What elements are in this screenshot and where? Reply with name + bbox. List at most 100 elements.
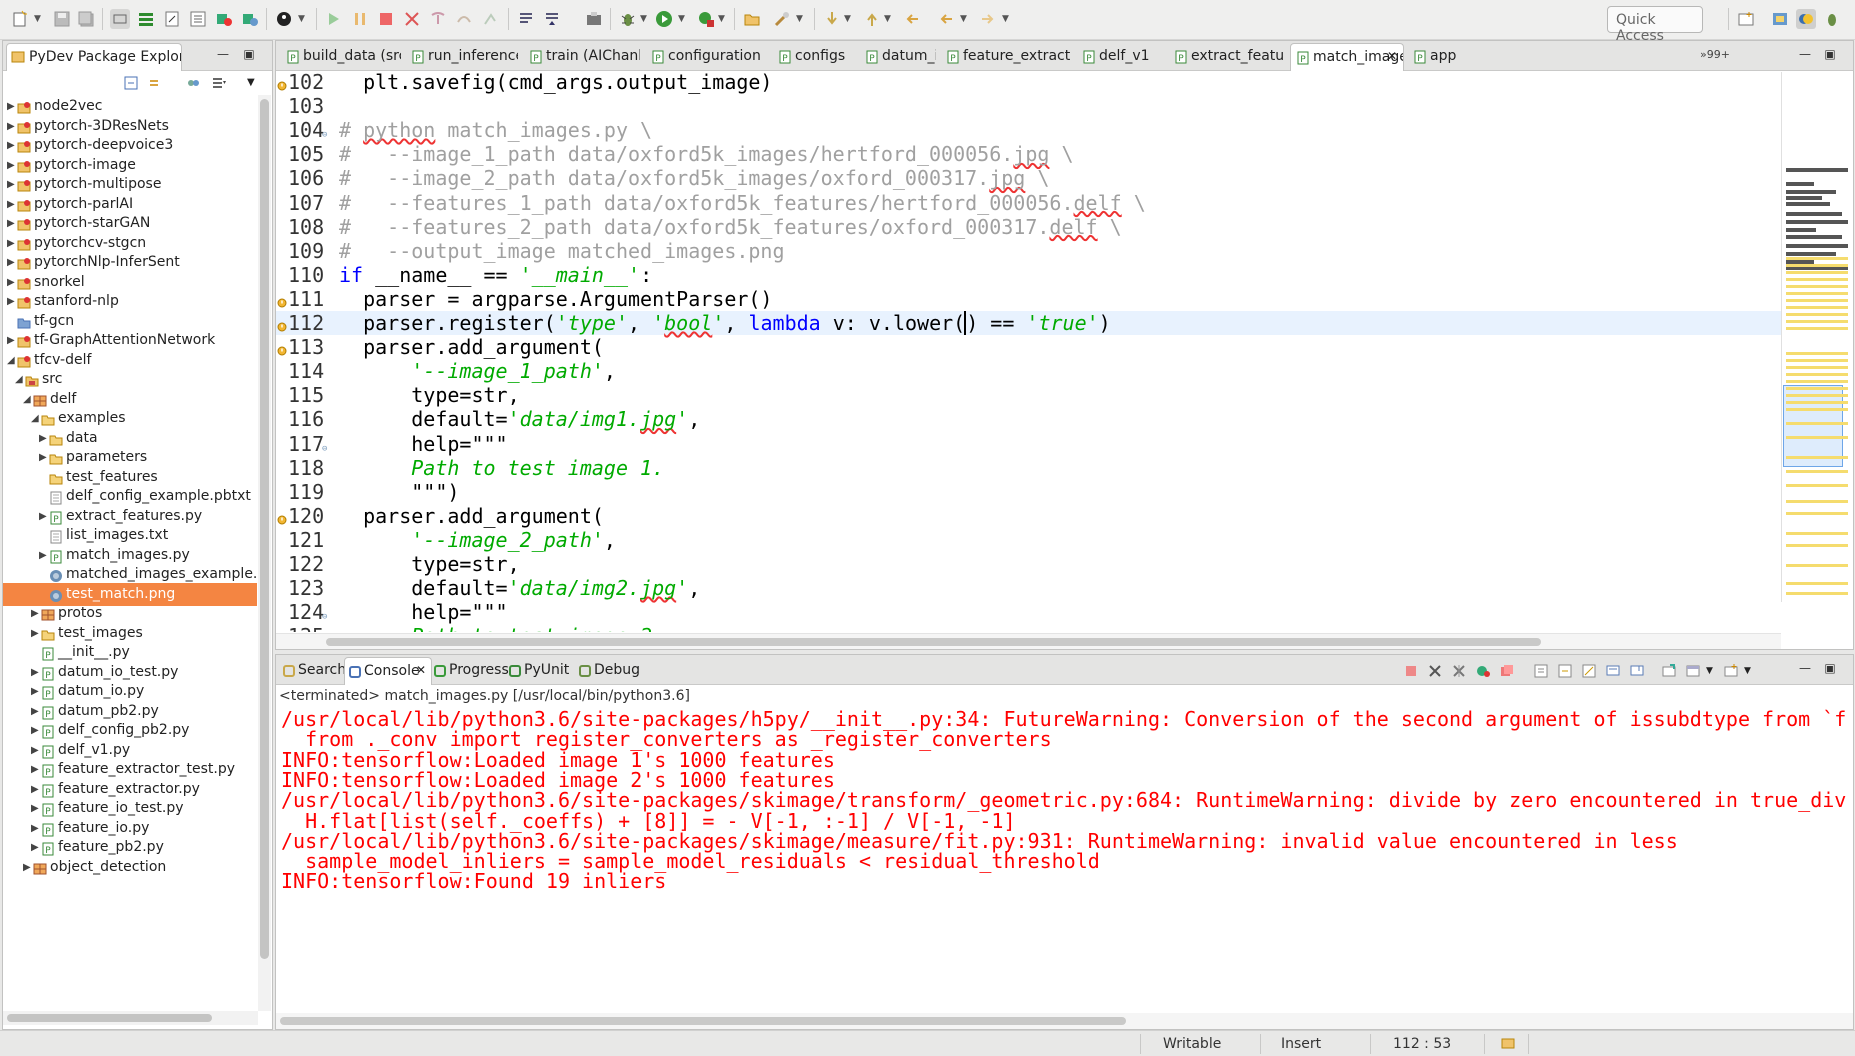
minimize-icon[interactable]: — <box>216 47 230 61</box>
editor-tab[interactable]: Pconfigs <box>773 43 855 71</box>
overview-mark[interactable] <box>1786 190 1836 194</box>
overview-mark[interactable] <box>1786 202 1830 206</box>
code-line[interactable]: 119 """) <box>276 480 1781 504</box>
overview-warning-mark[interactable] <box>1786 285 1848 288</box>
clear-console-icon[interactable] <box>1499 663 1515 679</box>
overview-ruler[interactable] <box>1781 72 1853 602</box>
open-console-icon[interactable] <box>1685 663 1701 679</box>
console-tab[interactable]: Search <box>279 657 346 685</box>
debug-perspective-icon[interactable] <box>1822 9 1842 29</box>
overview-warning-mark[interactable] <box>1786 366 1848 369</box>
overview-mark[interactable] <box>1786 220 1848 224</box>
code-line[interactable]: 116 default='data/img1.jpg', <box>276 407 1781 431</box>
overview-warning-mark[interactable] <box>1786 500 1848 503</box>
warning-marker-icon[interactable] <box>277 508 287 525</box>
editor-tab[interactable]: Pmatch_images✕ <box>1290 43 1404 71</box>
maximize-icon[interactable]: ▣ <box>242 47 256 61</box>
code-line[interactable]: 102 plt.savefig(cmd_args.output_image) <box>276 72 1781 94</box>
tab-package-explorer[interactable]: PyDev Package Explor <box>6 43 182 71</box>
status-tasks-icon[interactable] <box>1500 1035 1516 1055</box>
pydev-module-icon[interactable] <box>240 9 260 29</box>
more-tabs-button[interactable]: »99+ <box>1700 48 1730 61</box>
overview-warning-mark[interactable] <box>1786 257 1848 260</box>
display-selected-console-icon[interactable] <box>1661 663 1677 679</box>
overview-warning-mark[interactable] <box>1786 484 1848 487</box>
overview-warning-mark[interactable] <box>1786 306 1848 309</box>
console-tab[interactable]: PyUnit <box>505 657 571 685</box>
overview-warning-mark[interactable] <box>1786 436 1848 439</box>
code-line[interactable]: 117 ⊖ help=""" <box>276 432 1781 456</box>
code-line[interactable]: 118 Path to test image 1. <box>276 456 1781 480</box>
new-dropdown-icon[interactable]: ▼ <box>34 12 42 26</box>
open-console-dropdown-icon[interactable]: ▼ <box>1706 663 1722 679</box>
overview-warning-mark[interactable] <box>1786 380 1848 383</box>
collapsed-twisty-icon[interactable]: ▶ <box>23 856 33 879</box>
show-errors-icon[interactable] <box>1605 663 1621 679</box>
overview-warning-mark[interactable] <box>1786 264 1848 267</box>
code-line[interactable]: 109 # --output_image matched_images.png <box>276 239 1781 263</box>
code-line[interactable]: 105 # --image_1_path data/oxford5k_images… <box>276 142 1781 166</box>
minimize-icon[interactable]: — <box>1798 47 1812 61</box>
code-line[interactable]: 104 ⊖ # python match_images.py \ <box>276 118 1781 142</box>
terminate-console-icon[interactable] <box>1403 663 1419 679</box>
overview-warning-mark[interactable] <box>1786 320 1848 323</box>
forward-dropdown-icon[interactable]: ▼ <box>1002 12 1010 26</box>
overview-warning-mark[interactable] <box>1786 408 1848 411</box>
profile-icon[interactable] <box>274 9 294 29</box>
editor-tab[interactable]: Pfeature_extract <box>941 43 1071 71</box>
code-line[interactable]: 108 # --features_2_path data/oxford5k_fea… <box>276 215 1781 239</box>
java-perspective-icon[interactable] <box>1770 9 1790 29</box>
overview-warning-mark[interactable] <box>1786 592 1848 595</box>
scroll-lock-icon[interactable] <box>1533 663 1549 679</box>
overview-warning-mark[interactable] <box>1786 470 1848 473</box>
console-horizontal-scrollbar[interactable] <box>276 1013 1853 1029</box>
overview-mark[interactable] <box>1786 235 1842 239</box>
editor-tab[interactable]: Pbuild_data (src <box>281 43 401 71</box>
outline-icon[interactable] <box>188 9 208 29</box>
toggle-breadcrumb-icon[interactable] <box>110 9 130 29</box>
overview-mark[interactable] <box>1786 196 1822 200</box>
debug-dropdown-icon[interactable]: ▼ <box>640 12 648 26</box>
back-dropdown-icon[interactable]: ▼ <box>960 12 968 26</box>
prev-annotation-icon[interactable] <box>862 9 882 29</box>
scrollbar-thumb[interactable] <box>7 1014 212 1022</box>
overview-mark[interactable] <box>1786 182 1814 186</box>
overview-warning-mark[interactable] <box>1786 373 1848 376</box>
next-annotation-dropdown-icon[interactable]: ▼ <box>844 12 852 26</box>
overview-warning-mark[interactable] <box>1786 387 1848 390</box>
editor-tab[interactable]: Pconfiguration <box>646 43 768 71</box>
overview-warning-mark[interactable] <box>1786 359 1848 362</box>
remove-launch-icon[interactable] <box>1427 663 1443 679</box>
overview-warning-mark[interactable] <box>1786 544 1848 547</box>
code-line[interactable]: 125 Path to test image 2. <box>276 624 1781 632</box>
back-icon[interactable] <box>936 9 956 29</box>
open-perspective-icon[interactable] <box>1736 9 1756 29</box>
suspend-icon[interactable] <box>350 9 370 29</box>
code-line[interactable]: 106 # --image_2_path data/oxford5k_images… <box>276 166 1781 190</box>
prev-annotation-dropdown-icon[interactable]: ▼ <box>884 12 892 26</box>
overview-mark[interactable] <box>1786 228 1816 232</box>
overview-warning-mark[interactable] <box>1786 582 1848 585</box>
resume-icon[interactable] <box>324 9 344 29</box>
step-over-icon[interactable] <box>454 9 474 29</box>
warning-marker-icon[interactable] <box>277 315 287 332</box>
coverage-icon[interactable] <box>696 9 716 29</box>
close-tab-icon[interactable]: ✕ <box>1387 49 1397 63</box>
view-menu-dropdown-icon[interactable]: ▼ <box>247 75 263 91</box>
format-icon[interactable] <box>516 9 536 29</box>
view-menu-icon[interactable] <box>211 75 227 91</box>
next-annotation-icon[interactable] <box>822 9 842 29</box>
code-line[interactable]: 122 type=str, <box>276 552 1781 576</box>
search-tool-icon[interactable] <box>772 9 792 29</box>
filters-icon[interactable] <box>185 75 201 91</box>
overview-warning-mark[interactable] <box>1786 299 1848 302</box>
search-dropdown-icon[interactable]: ▼ <box>796 12 804 26</box>
new-console-view-icon[interactable] <box>1723 663 1739 679</box>
run-icon[interactable] <box>654 9 674 29</box>
minimize-icon[interactable]: — <box>1798 661 1812 675</box>
console-output[interactable]: /usr/local/lib/python3.6/site-packages/h… <box>276 707 1851 1007</box>
editor-tab[interactable]: Pextract_feature <box>1169 43 1285 71</box>
close-tab-icon[interactable]: ✕ <box>416 663 426 677</box>
console-tab[interactable]: Console ✕ <box>344 657 432 685</box>
scrollbar-thumb[interactable] <box>260 99 269 959</box>
